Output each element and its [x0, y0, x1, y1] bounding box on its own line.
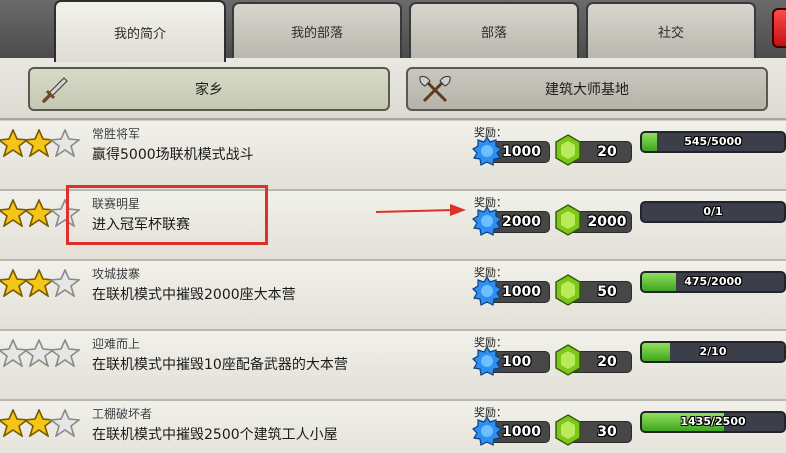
star-empty-icon	[50, 129, 80, 157]
progress-text: 475/2000	[684, 275, 742, 288]
star-rating	[0, 339, 84, 367]
subtab-builder-base[interactable]: 建筑大师基地	[406, 67, 768, 111]
gem-reward-value: 30	[597, 424, 617, 440]
star-rating	[0, 129, 84, 157]
progress-bar: 2/10	[640, 341, 786, 363]
achievement-title: 常胜将军	[92, 127, 141, 141]
gem-icon	[555, 274, 581, 306]
achievement-row: 攻城拔寨 在联机模式中摧毁2000座大本营 奖励： 1000 50 475/20…	[0, 261, 786, 331]
gem-icon	[555, 204, 581, 236]
achievement-title: 攻城拔寨	[92, 267, 141, 281]
tab-label: 我的部落	[290, 25, 343, 41]
tab-label: 社交	[657, 25, 684, 41]
star-rating	[0, 269, 84, 297]
achievement-title: 迎难而上	[92, 337, 141, 351]
subtab-label: 建筑大师基地	[545, 82, 629, 98]
arrow-annotation	[376, 204, 466, 216]
elixir-icon	[472, 346, 502, 376]
star-empty-icon	[50, 339, 80, 367]
star-empty-icon	[50, 269, 80, 297]
achievement-list: 常胜将军 赢得5000场联机模式战斗 奖励： 1000 20 545/5000 …	[0, 121, 786, 453]
tab-clans[interactable]: 部落	[409, 2, 579, 58]
gem-icon	[555, 414, 581, 446]
gem-reward-value: 50	[597, 284, 617, 300]
progress-text: 1435/2500	[680, 415, 746, 428]
achievement-row: 迎难而上 在联机模式中摧毁10座配备武器的大本营 奖励： 100 20 2/10	[0, 331, 786, 401]
elixir-icon	[472, 276, 502, 306]
subtab-label: 家乡	[195, 82, 223, 98]
gem-reward-value: 20	[597, 144, 617, 160]
elixir-icon	[472, 136, 502, 166]
progress-text: 545/5000	[684, 135, 742, 148]
progress-bar: 0/1	[640, 201, 786, 223]
achievement-description: 在联机模式中摧毁2000座大本营	[92, 287, 296, 303]
elixir-icon	[472, 206, 502, 236]
achievement-description: 在联机模式中摧毁10座配备武器的大本营	[92, 357, 348, 373]
progress-text: 0/1	[703, 205, 723, 218]
sword-icon	[42, 77, 68, 103]
star-rating	[0, 409, 84, 437]
progress-bar: 475/2000	[640, 271, 786, 293]
tab-label: 部落	[480, 25, 507, 41]
star-empty-icon	[50, 409, 80, 437]
achievement-row: 工棚破坏者 在联机模式中摧毁2500个建筑工人小屋 奖励： 1000 30 14…	[0, 401, 786, 453]
achievement-description: 赢得5000场联机模式战斗	[92, 147, 254, 163]
elixir-reward-value: 2000	[502, 214, 541, 230]
elixir-reward-value: 1000	[502, 424, 541, 440]
gem-icon	[555, 134, 581, 166]
sub-tab-bar: 家乡 建筑大师基地	[0, 58, 786, 120]
elixir-icon	[472, 416, 502, 446]
achievement-description: 在联机模式中摧毁2500个建筑工人小屋	[92, 427, 338, 443]
gem-reward-value: 2000	[587, 214, 627, 230]
elixir-reward-value: 1000	[502, 144, 541, 160]
achievement-row: 常胜将军 赢得5000场联机模式战斗 奖励： 1000 20 545/5000	[0, 121, 786, 191]
tab-label: 我的简介	[113, 26, 166, 42]
gem-reward-value: 20	[597, 354, 617, 370]
tab-social[interactable]: 社交	[586, 2, 756, 58]
tab-my-profile[interactable]: 我的简介	[54, 0, 226, 62]
elixir-reward-value: 1000	[502, 284, 541, 300]
tab-my-clan[interactable]: 我的部落	[232, 2, 402, 58]
close-button[interactable]	[772, 8, 786, 48]
subtab-home-village[interactable]: 家乡	[28, 67, 390, 111]
gem-icon	[555, 344, 581, 376]
highlight-box	[66, 185, 268, 245]
progress-bar: 545/5000	[640, 131, 786, 153]
crossed-axes-icon	[419, 76, 451, 103]
top-tab-bar: 我的简介 我的部落 部落 社交	[0, 0, 786, 62]
achievement-title: 工棚破坏者	[92, 407, 153, 421]
progress-bar: 1435/2500	[640, 411, 786, 433]
progress-text: 2/10	[699, 345, 727, 358]
elixir-reward-value: 100	[502, 354, 532, 370]
